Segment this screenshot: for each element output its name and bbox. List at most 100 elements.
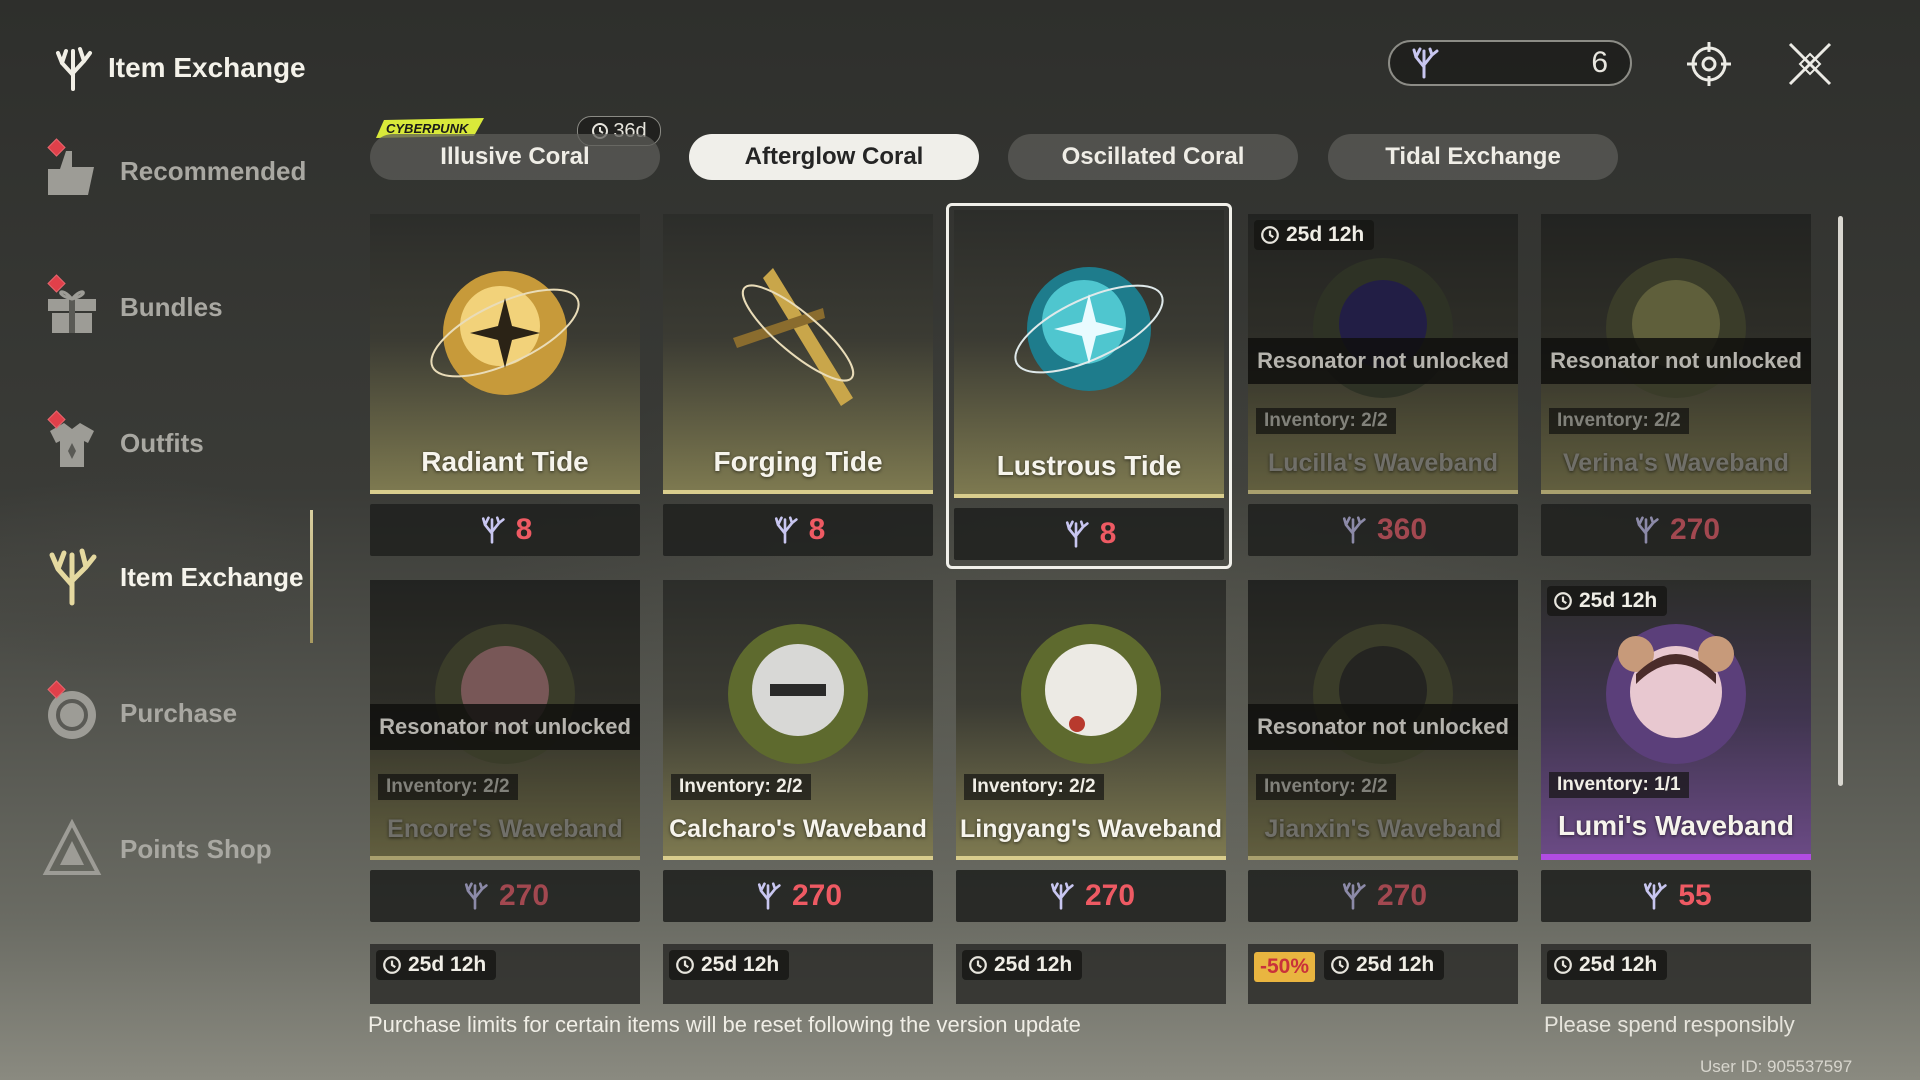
sidebar-item-label: Outfits bbox=[120, 427, 204, 458]
price-button[interactable]: 270 bbox=[956, 870, 1226, 922]
coral-icon bbox=[56, 47, 92, 91]
sidebar-item-item-exchange[interactable]: Item Exchange bbox=[42, 542, 322, 612]
item-panel: Resonator not unlocked Inventory: 2/2 Ve… bbox=[1541, 214, 1811, 494]
price-button[interactable]: 360 bbox=[1248, 504, 1518, 556]
timer-text: 25d 12h bbox=[1579, 589, 1658, 612]
clock-icon bbox=[969, 956, 987, 974]
sidebar-item-label: Purchase bbox=[120, 697, 238, 728]
timer-badge: 25d 12h bbox=[962, 950, 1083, 980]
item-panel: Resonator not unlocked Inventory: 2/2 Ji… bbox=[1248, 580, 1518, 860]
sidebar-item-purchase[interactable]: Purchase bbox=[42, 678, 322, 748]
item-name: Encore's Waveband bbox=[387, 815, 623, 843]
item-name: Lumi's Waveband bbox=[1558, 810, 1794, 841]
inventory-count: Inventory: 2/2 bbox=[964, 774, 1104, 800]
shop-item-partial[interactable]: 25d 12h bbox=[956, 944, 1226, 1004]
clock-icon bbox=[676, 956, 694, 974]
coral-icon bbox=[42, 547, 102, 607]
shop-item-partial[interactable]: 25d 12h bbox=[370, 944, 640, 1004]
tab-illusive-coral[interactable]: Illusive Coral bbox=[370, 134, 660, 180]
inventory-count: Inventory: 1/1 bbox=[1549, 772, 1689, 798]
currency-amount: 6 bbox=[1591, 46, 1608, 79]
price-value: 8 bbox=[1099, 517, 1117, 550]
price-value: 270 bbox=[1084, 879, 1136, 912]
shop-item-partial[interactable]: -50% 25d 12h bbox=[1248, 944, 1518, 1004]
shop-item-partial[interactable]: 25d 12h bbox=[1541, 944, 1811, 1004]
page-header: Item Exchange bbox=[50, 45, 306, 91]
locked-overlay: Resonator not unlocked bbox=[1248, 704, 1518, 750]
close-button[interactable] bbox=[1784, 38, 1836, 90]
calcharo-portrait bbox=[728, 624, 868, 764]
price-value: 270 bbox=[1669, 513, 1721, 546]
clock-icon bbox=[383, 956, 401, 974]
price-button[interactable]: 55 bbox=[1541, 870, 1811, 922]
clock-icon bbox=[1331, 956, 1349, 974]
item-panel: Resonator not unlocked Inventory: 2/2 En… bbox=[370, 580, 640, 860]
sidebar-item-bundles[interactable]: Bundles bbox=[42, 272, 322, 342]
price-button[interactable]: 270 bbox=[1541, 504, 1811, 556]
recommended-icon bbox=[42, 138, 102, 201]
item-panel: Inventory: 1/1 Lumi's Waveband bbox=[1541, 580, 1811, 860]
timer-text: 25d 12h bbox=[1356, 953, 1435, 976]
afterglow-coral-icon bbox=[757, 882, 781, 910]
timer-badge: 25d 12h bbox=[1254, 220, 1375, 250]
price-button[interactable]: 270 bbox=[370, 870, 640, 922]
close-icon bbox=[1788, 42, 1832, 86]
item-panel: Radiant Tide bbox=[370, 214, 640, 494]
timer-text: 25d 12h bbox=[1286, 223, 1365, 246]
sidebar-item-outfits[interactable]: Outfits bbox=[42, 408, 322, 478]
tab-afterglow-coral[interactable]: Afterglow Coral bbox=[689, 134, 979, 180]
timer-text: 25d 12h bbox=[1579, 953, 1658, 976]
price-value: 270 bbox=[1376, 879, 1428, 912]
clock-icon bbox=[1554, 956, 1572, 974]
timer-badge: 25d 12h bbox=[1547, 950, 1668, 980]
encore-portrait bbox=[435, 624, 575, 764]
price-button[interactable]: 270 bbox=[663, 870, 933, 922]
clock-icon bbox=[1261, 226, 1279, 244]
outfit-icon bbox=[42, 410, 102, 473]
timer-text: 25d 12h bbox=[701, 953, 780, 976]
settings-button[interactable] bbox=[1685, 40, 1733, 88]
item-name: Lucilla's Waveband bbox=[1267, 449, 1499, 477]
afterglow-coral-icon bbox=[1412, 47, 1439, 79]
item-panel: Inventory: 2/2 Lingyang's Waveband bbox=[956, 580, 1226, 860]
tab-tidal-exchange[interactable]: Tidal Exchange bbox=[1328, 134, 1618, 180]
price-value: 270 bbox=[791, 879, 843, 912]
timer-badge: 25d 12h bbox=[1324, 950, 1445, 980]
item-panel: Resonator not unlocked Inventory: 2/2 Lu… bbox=[1248, 214, 1518, 494]
timer-badge: 25d 12h bbox=[669, 950, 790, 980]
afterglow-coral-icon bbox=[464, 882, 488, 910]
timer-text: 25d 12h bbox=[994, 953, 1073, 976]
shop-item-partial[interactable]: 25d 12h bbox=[663, 944, 933, 1004]
scrollbar[interactable] bbox=[1838, 216, 1843, 786]
afterglow-coral-icon bbox=[774, 516, 798, 544]
afterglow-coral-icon bbox=[1065, 520, 1089, 548]
sidebar-item-label: Recommended bbox=[120, 155, 307, 186]
afterglow-coral-icon bbox=[1342, 882, 1366, 910]
item-name: Lingyang's Waveband bbox=[960, 815, 1222, 843]
verina-portrait bbox=[1606, 258, 1746, 398]
item-panel: Inventory: 2/2 Calcharo's Waveband bbox=[663, 580, 933, 860]
lustrous-tide-orb-icon bbox=[1014, 267, 1164, 391]
spend-responsibly-note: Please spend responsibly bbox=[1544, 1012, 1795, 1037]
item-panel: Forging Tide bbox=[663, 214, 933, 494]
price-button[interactable]: 8 bbox=[663, 504, 933, 556]
price-value: 8 bbox=[808, 513, 826, 546]
locked-overlay: Resonator not unlocked bbox=[370, 704, 640, 750]
sidebar-item-label: Bundles bbox=[120, 291, 223, 322]
price-button[interactable]: 270 bbox=[1248, 870, 1518, 922]
footer-notice: Purchase limits for certain items will b… bbox=[368, 1012, 1081, 1037]
tab-oscillated-coral[interactable]: Oscillated Coral bbox=[1008, 134, 1298, 180]
lucilla-portrait bbox=[1313, 258, 1453, 398]
price-button[interactable]: 8 bbox=[370, 504, 640, 556]
sidebar-item-recommended[interactable]: Recommended bbox=[42, 136, 322, 206]
locked-overlay: Resonator not unlocked bbox=[1248, 338, 1518, 384]
inventory-count: Inventory: 2/2 bbox=[378, 774, 518, 800]
timer-badge: 25d 12h bbox=[1547, 586, 1668, 616]
sidebar-item-points-shop[interactable]: Points Shop bbox=[42, 814, 322, 884]
price-button[interactable]: 8 bbox=[954, 508, 1224, 560]
price-value: 8 bbox=[515, 513, 533, 546]
timer-text: 25d 12h bbox=[408, 953, 487, 976]
item-name: Calcharo's Waveband bbox=[669, 815, 927, 843]
inventory-count: Inventory: 2/2 bbox=[1549, 408, 1689, 434]
currency-display[interactable]: 6 bbox=[1388, 40, 1632, 86]
